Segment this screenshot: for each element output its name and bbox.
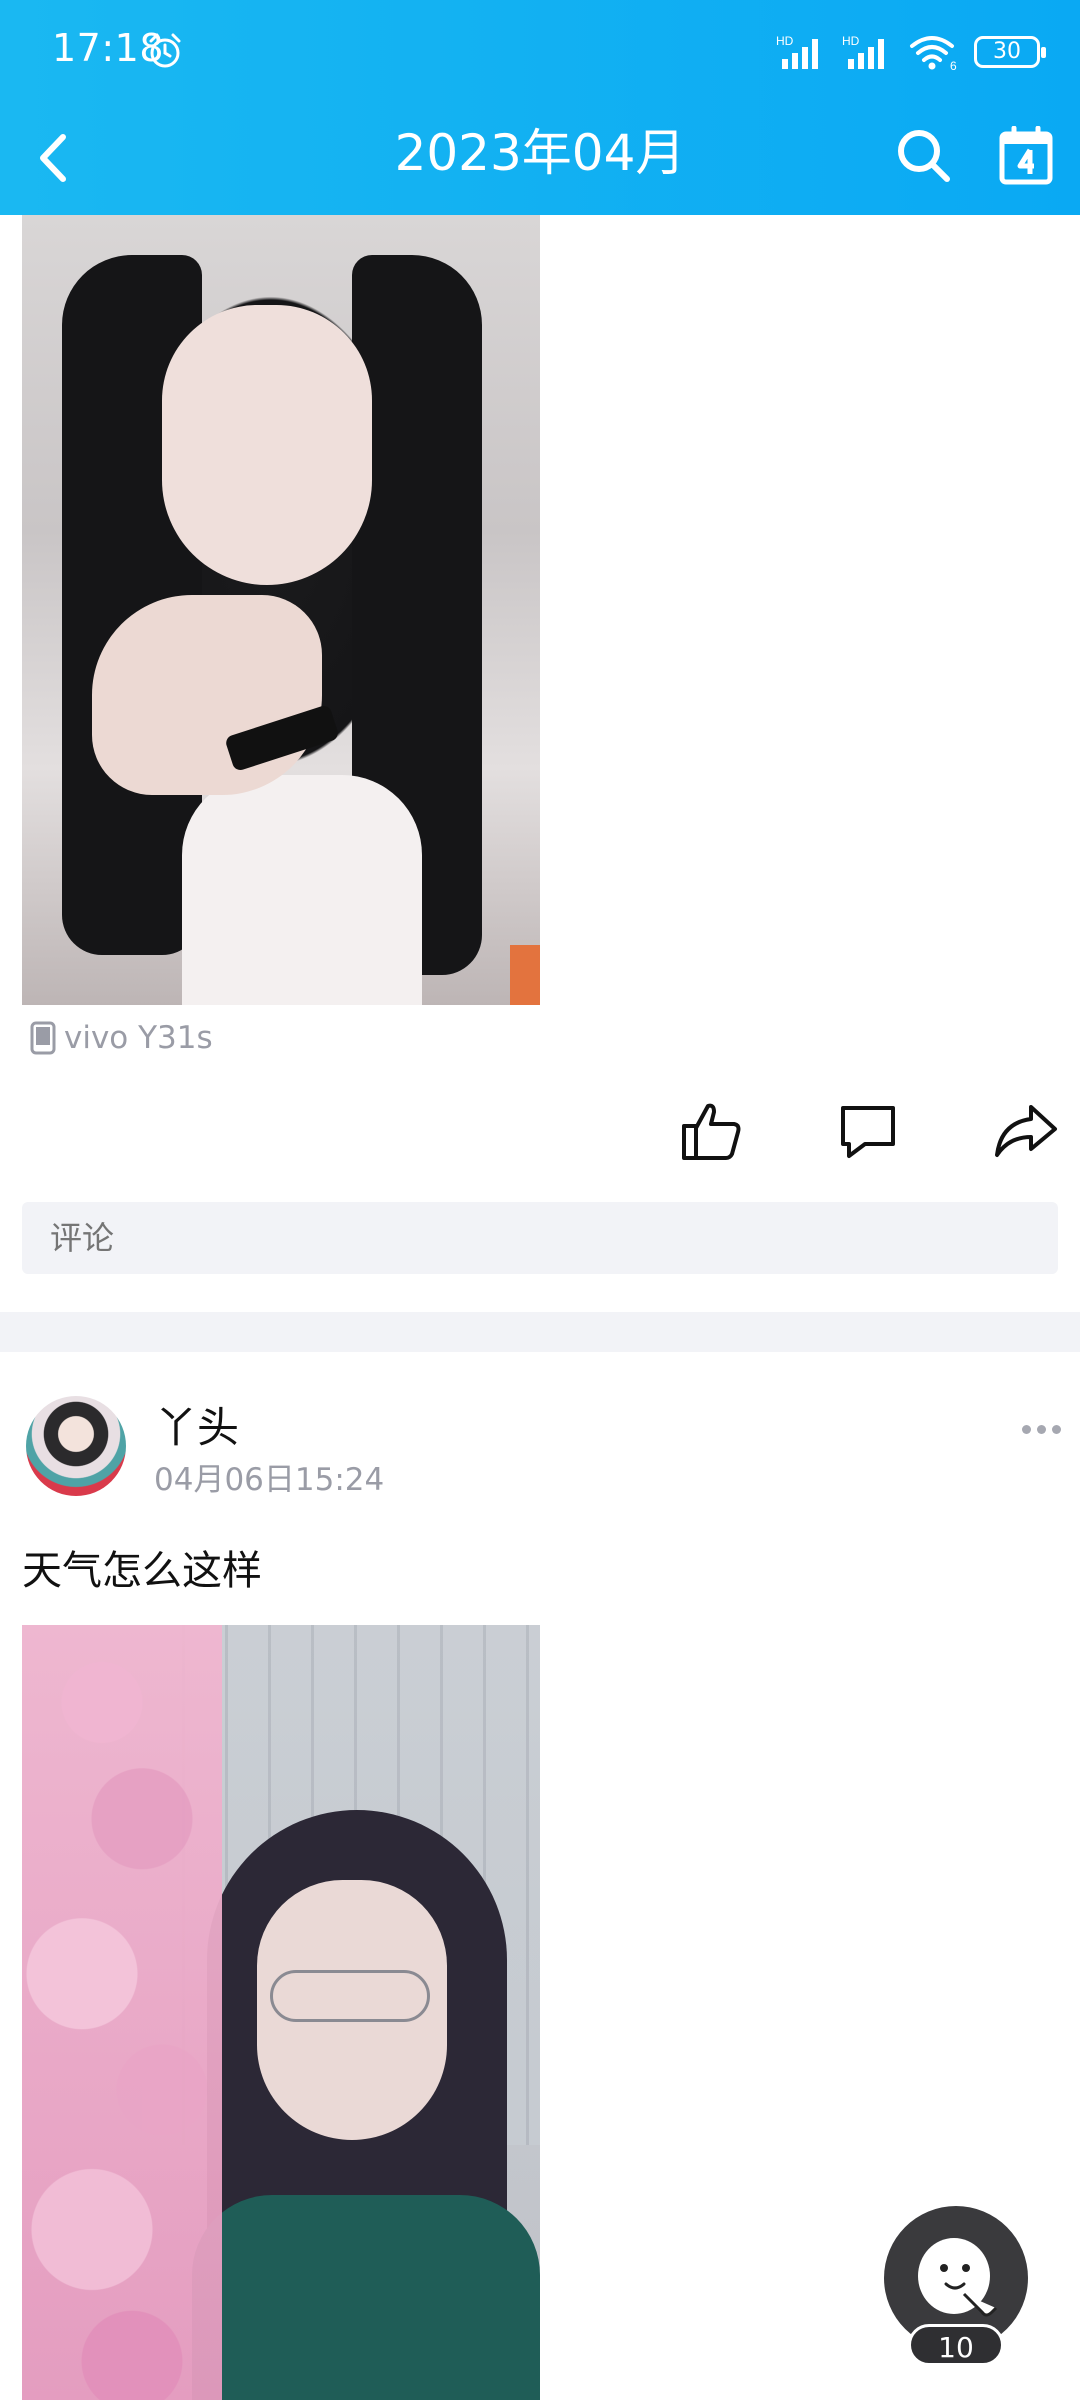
post-actions bbox=[0, 1085, 1080, 1175]
phone-icon bbox=[30, 1021, 56, 1055]
comment-input[interactable] bbox=[22, 1202, 1058, 1274]
photo-shape bbox=[162, 305, 372, 585]
search-button[interactable] bbox=[888, 118, 960, 194]
like-button[interactable] bbox=[673, 1093, 749, 1169]
more-dots-icon bbox=[1051, 1424, 1061, 1434]
share-arrow-icon bbox=[995, 1105, 1057, 1157]
floating-assistant-button[interactable]: 10 bbox=[868, 2196, 1044, 2378]
status-bar: 17:18 HD HD 6 30 bbox=[0, 0, 1080, 100]
post-text: 天气怎么这样 bbox=[22, 1548, 262, 1594]
battery-indicator: 30 bbox=[974, 36, 1046, 68]
thumbs-up-icon bbox=[682, 1103, 741, 1160]
photo-shape bbox=[22, 1625, 222, 2400]
post-photo[interactable] bbox=[22, 1625, 540, 2400]
status-indicators: HD HD 6 30 bbox=[776, 30, 1046, 74]
photo-shape bbox=[510, 945, 540, 1005]
comment-button[interactable] bbox=[830, 1093, 906, 1169]
photo-shape bbox=[270, 1970, 430, 2022]
photo-shape bbox=[182, 775, 422, 1005]
app-header: 17:18 HD HD 6 30 2023年04月 bbox=[0, 0, 1080, 215]
wifi-label: 6 bbox=[950, 59, 957, 72]
post-timestamp: 04月06日15:24 bbox=[154, 1462, 385, 1498]
network-label-1: HD bbox=[776, 34, 794, 48]
post-header: 丫头 04月06日15:24 bbox=[0, 1390, 1080, 1510]
mascot-icon bbox=[918, 2238, 998, 2317]
share-button[interactable] bbox=[988, 1093, 1064, 1169]
network-label-2: HD bbox=[842, 34, 860, 48]
comment-icon bbox=[841, 1106, 895, 1158]
wifi-icon: 6 bbox=[910, 36, 957, 72]
search-icon bbox=[898, 130, 950, 182]
photo-shape bbox=[92, 595, 322, 795]
more-dots-icon bbox=[1036, 1424, 1046, 1434]
post-photo[interactable] bbox=[22, 215, 540, 1005]
cellular-signal-2-icon: HD bbox=[842, 34, 884, 69]
cellular-signal-1-icon: HD bbox=[776, 34, 818, 69]
avatar[interactable] bbox=[26, 1396, 126, 1496]
calendar-icon bbox=[999, 126, 1053, 185]
calendar-button[interactable] bbox=[990, 118, 1062, 194]
nav-bar: 2023年04月 bbox=[0, 100, 1080, 215]
fab-badge: 10 bbox=[908, 2324, 1004, 2366]
author-name[interactable]: 丫头 bbox=[155, 1394, 239, 1455]
post-divider bbox=[0, 1312, 1080, 1352]
more-dots-icon bbox=[1021, 1424, 1031, 1434]
photo-shape bbox=[192, 2195, 540, 2400]
alarm-clock-icon bbox=[149, 33, 181, 68]
device-info: vivo Y31s bbox=[30, 1018, 213, 1058]
device-name: vivo Y31s bbox=[64, 1020, 213, 1056]
more-options-button[interactable] bbox=[1008, 1404, 1074, 1454]
